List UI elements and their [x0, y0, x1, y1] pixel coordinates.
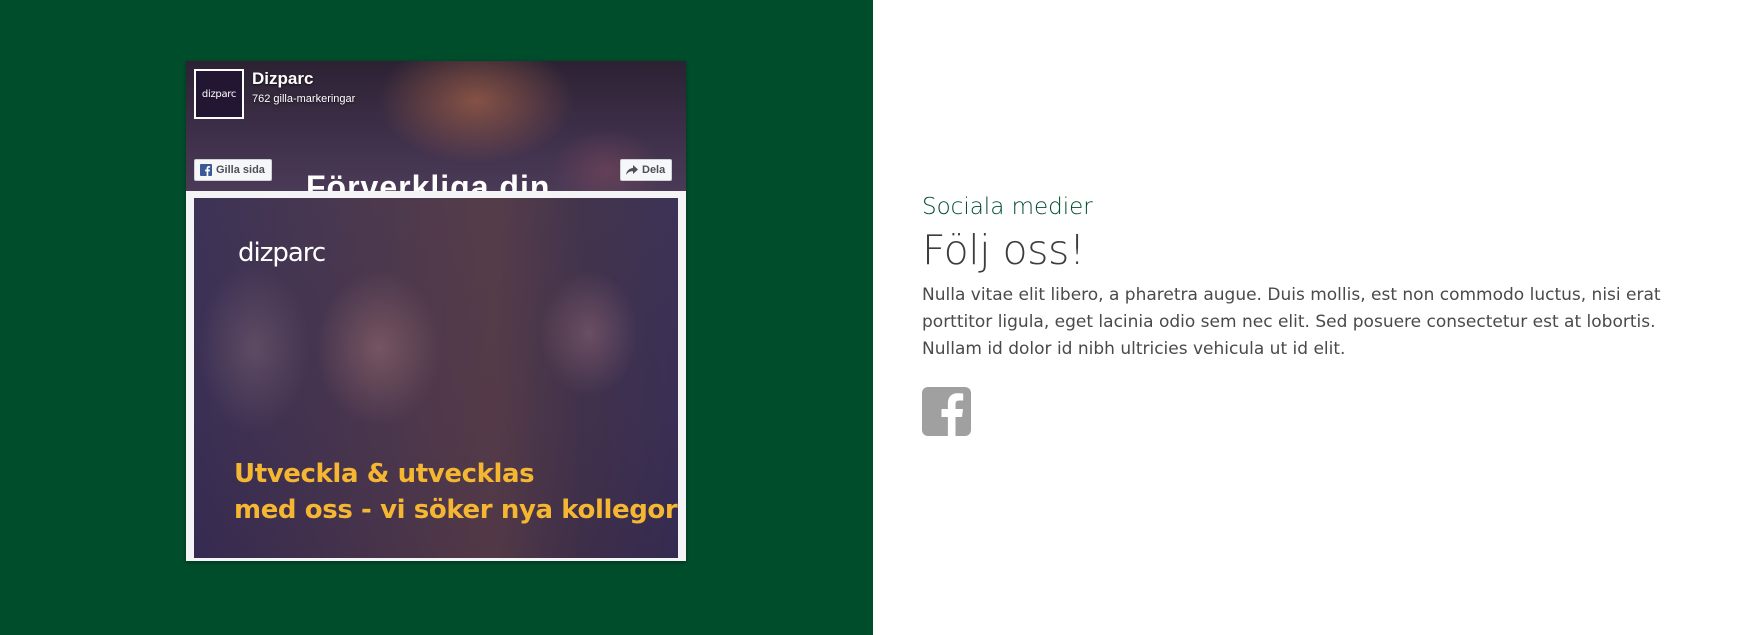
page-name-link[interactable]: Dizparc — [252, 69, 313, 89]
social-media-section: Sociala medier Följ oss! Nulla vitae eli… — [922, 194, 1682, 363]
like-page-label: Gilla sida — [216, 164, 265, 176]
section-eyebrow: Sociala medier — [922, 194, 1093, 220]
facebook-link-button[interactable] — [922, 387, 971, 436]
share-label: Dela — [642, 164, 666, 176]
like-page-button[interactable]: Gilla sida — [194, 159, 272, 181]
page-logo-text: dizparc — [201, 88, 237, 100]
share-button[interactable]: Dela — [620, 159, 673, 181]
facebook-icon — [941, 393, 964, 436]
facebook-page-widget[interactable]: Förverkliga din dizparc Dizparc 762 gill… — [186, 61, 686, 561]
post-headline-line-2: med oss - vi söker nya kollegor! — [234, 495, 678, 525]
cover-photo-text: Förverkliga din — [306, 169, 551, 191]
page-likes-count: 762 gilla-markeringar — [252, 93, 356, 105]
section-heading: Följ oss! — [922, 226, 1085, 274]
section-body-text: Nulla vitae elit libero, a pharetra augu… — [922, 285, 1661, 359]
facebook-post-image[interactable]: dizparc Utveckla & utvecklas med oss - v… — [194, 198, 678, 558]
share-arrow-icon — [626, 164, 638, 175]
facebook-cover-photo[interactable]: Förverkliga din dizparc Dizparc 762 gill… — [186, 61, 686, 191]
post-headline: Utveckla & utvecklas med oss - vi söker … — [234, 456, 678, 528]
facebook-f-icon — [200, 164, 212, 176]
post-headline-line-1: Utveckla & utvecklas — [234, 459, 535, 489]
left-panel: Förverkliga din dizparc Dizparc 762 gill… — [0, 0, 873, 635]
page-logo[interactable]: dizparc — [194, 69, 244, 119]
post-brand-logo: dizparc — [238, 238, 326, 268]
